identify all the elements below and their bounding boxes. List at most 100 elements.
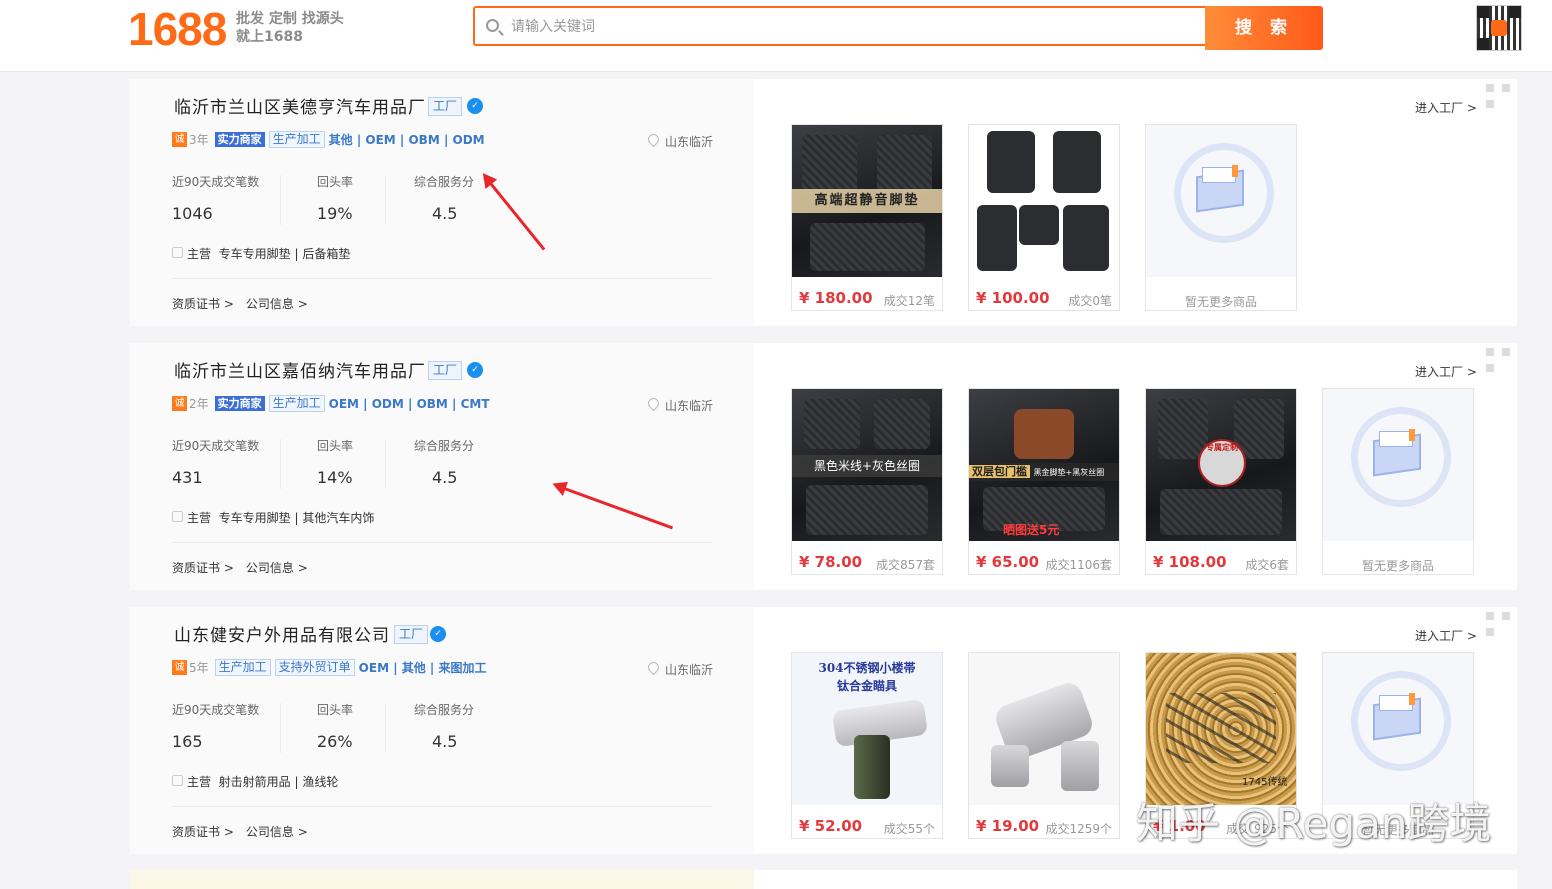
location-text: 山东临沂 xyxy=(665,663,714,677)
empty-box-icon xyxy=(1323,389,1473,541)
site-logo[interactable]: 1688 xyxy=(128,4,227,54)
factory-tag: 工厂 xyxy=(428,361,463,380)
certification-row: 诚 3年 实力商家 生产加工 其他 | OEM | OBM | ODM xyxy=(172,131,485,149)
product-price: ¥ 78.00 xyxy=(799,553,863,571)
product-card[interactable]: 专属定制 ¥ 108.00 成交6套 xyxy=(1145,388,1297,575)
product-card[interactable]: 304不锈钢小楼帯 钛合金瞄具 ¥ 52.00 成交55个 xyxy=(791,652,943,839)
product-image[interactable]: 高端超静音脚垫 xyxy=(792,125,942,277)
cheng-xin-icon: 诚 xyxy=(172,132,187,147)
cert-link[interactable]: 资质证书 > xyxy=(172,561,234,575)
product-price: ¥ 52.00 xyxy=(799,817,863,835)
product-card[interactable]: 高端超静音脚垫 ¥ 180.00 成交12笔 xyxy=(791,124,943,311)
product-price: ¥ 19.00 xyxy=(976,817,1040,835)
product-sales: 成交1259个 xyxy=(1045,822,1112,836)
enter-factory-link[interactable]: 进入工厂 > xyxy=(1415,363,1477,380)
stat-value: 1046 xyxy=(172,204,213,223)
product-image[interactable]: 黑色米线+灰色丝圈 xyxy=(792,389,942,541)
main-prefix: 主营 xyxy=(187,247,212,261)
service-tags: 其他 | OEM | OBM | ODM xyxy=(328,133,485,147)
product-card[interactable]: ¥ 19.00 成交1259个 xyxy=(968,652,1120,839)
stat-service-score: 综合服务分 4.5 xyxy=(414,437,474,487)
product-card[interactable]: 双层包门槛 黑金脚垫+黑灰丝圈 晒图送5元 ¥ 65.00 成交1106套 xyxy=(968,388,1120,575)
stat-service-score: 综合服务分 4.5 xyxy=(414,701,474,751)
service-tags: OEM | 其他 | 来图加工 xyxy=(358,661,487,675)
product-card[interactable]: ¥ 100.00 成交0笔 xyxy=(968,124,1120,311)
slogan-line-1: 批发 定制 找源头 xyxy=(236,11,344,27)
location: 山东临沂 xyxy=(645,395,713,414)
qr-code-icon[interactable] xyxy=(1476,5,1522,51)
divider xyxy=(172,542,712,543)
cert-link[interactable]: 资质证书 > xyxy=(172,297,234,311)
stat-value: 19% xyxy=(317,204,353,223)
card-links: 资质证书 > 公司信息 > xyxy=(172,559,320,576)
capability-tag: 生产加工 xyxy=(268,131,325,148)
product-image[interactable]: 1745传统 xyxy=(1146,653,1296,805)
location-pin-icon xyxy=(645,395,662,412)
stat-label: 近90天成交笔数 xyxy=(172,703,260,717)
company-name[interactable]: 临沂市兰山区嘉佰纳汽车用品厂 xyxy=(174,357,426,382)
factory-tag: 工厂 xyxy=(428,97,463,116)
corner-qr-icon[interactable] xyxy=(1486,612,1510,636)
stat-value: 165 xyxy=(172,732,203,751)
company-info-link[interactable]: 公司信息 > xyxy=(246,825,308,839)
stat-divider xyxy=(280,439,281,489)
stat-repurchase: 回头率 14% xyxy=(317,437,353,487)
product-sales: 成交55个 xyxy=(883,822,935,836)
stat-divider xyxy=(385,703,386,753)
shili-badge: 实力商家 xyxy=(214,132,265,147)
stat-label: 回头率 xyxy=(317,175,354,189)
enter-factory-link[interactable]: 进入工厂 > xyxy=(1415,99,1477,116)
location: 山东临沂 xyxy=(645,131,714,150)
product-badge: 专属定制 xyxy=(1198,439,1246,487)
product-image[interactable]: 304不锈钢小楼帯 钛合金瞄具 xyxy=(792,653,942,805)
product-card[interactable]: 黑色米线+灰色丝圈 ¥ 78.00 成交857套 xyxy=(791,388,943,575)
empty-text: 暂无更多商品 xyxy=(1361,559,1434,573)
stat-label: 综合服务分 xyxy=(414,439,475,453)
product-image[interactable] xyxy=(969,125,1119,277)
grid-icon xyxy=(172,511,183,522)
stat-label: 回头率 xyxy=(317,439,354,453)
verified-icon: ✓ xyxy=(430,626,446,642)
location: 山东临沂 xyxy=(645,659,714,678)
product-sales: 成交12笔 xyxy=(883,294,935,308)
company-info-link[interactable]: 公司信息 > xyxy=(246,561,308,575)
product-sales: 成交6套 xyxy=(1245,558,1289,572)
product-sales: 成交857套 xyxy=(876,558,935,572)
banner-main: 双层包门槛 xyxy=(969,465,1030,478)
search-button[interactable]: 搜 索 xyxy=(1205,6,1323,50)
enter-factory-link[interactable]: 进入工厂 > xyxy=(1415,627,1477,644)
product-image[interactable] xyxy=(969,653,1119,805)
stat-value: 4.5 xyxy=(432,204,458,223)
company-name[interactable]: 临沂市兰山区美德亨汽车用品厂 xyxy=(174,93,426,118)
main-business: 主营 射击射箭用品 | 渔线轮 xyxy=(172,773,338,790)
corner-qr-icon[interactable] xyxy=(1486,348,1510,372)
watermark: 知乎 @Regan跨境 xyxy=(1136,799,1492,848)
factory-card: 临沂市兰山区嘉佰纳汽车用品厂 工厂 ✓ 诚 2年 实力商家 生产加工 OEM | ODM… xyxy=(130,343,1517,590)
cert-link[interactable]: 资质证书 > xyxy=(172,825,234,839)
company-name[interactable]: 山东健安户外用品有限公司 xyxy=(174,621,390,646)
empty-text: 暂无更多商品 xyxy=(1184,295,1257,309)
corner-qr-icon[interactable] xyxy=(1486,84,1510,108)
capability-tag: 生产加工 xyxy=(214,659,271,676)
stat-divider xyxy=(385,439,386,489)
grid-icon xyxy=(172,775,183,786)
grid-icon xyxy=(172,247,183,258)
company-info-link[interactable]: 公司信息 > xyxy=(246,297,308,311)
search-box xyxy=(473,6,1205,46)
search-input[interactable] xyxy=(511,16,1111,38)
location-pin-icon xyxy=(645,659,662,676)
divider xyxy=(172,806,712,807)
location-text: 山东临沂 xyxy=(665,135,714,149)
stat-label: 回头率 xyxy=(317,703,354,717)
slogan-line-2: 就上1688 xyxy=(236,29,303,45)
empty-box-icon xyxy=(1323,653,1473,805)
product-caption: 304不锈钢小楼帯 xyxy=(818,661,916,675)
verified-icon: ✓ xyxy=(467,98,483,114)
product-image[interactable]: 专属定制 xyxy=(1146,389,1296,541)
main-business: 主营 专车专用脚垫 | 其他汽车内饰 xyxy=(172,509,374,526)
stat-label: 近90天成交笔数 xyxy=(172,439,260,453)
membership-years: 2年 xyxy=(189,397,209,411)
top-header: 1688 批发 定制 找源头 就上1688 搜 索 xyxy=(0,0,1552,72)
product-image[interactable]: 双层包门槛 黑金脚垫+黑灰丝圈 晒图送5元 xyxy=(969,389,1119,541)
product-promo: 晒图送5元 xyxy=(1003,523,1060,537)
